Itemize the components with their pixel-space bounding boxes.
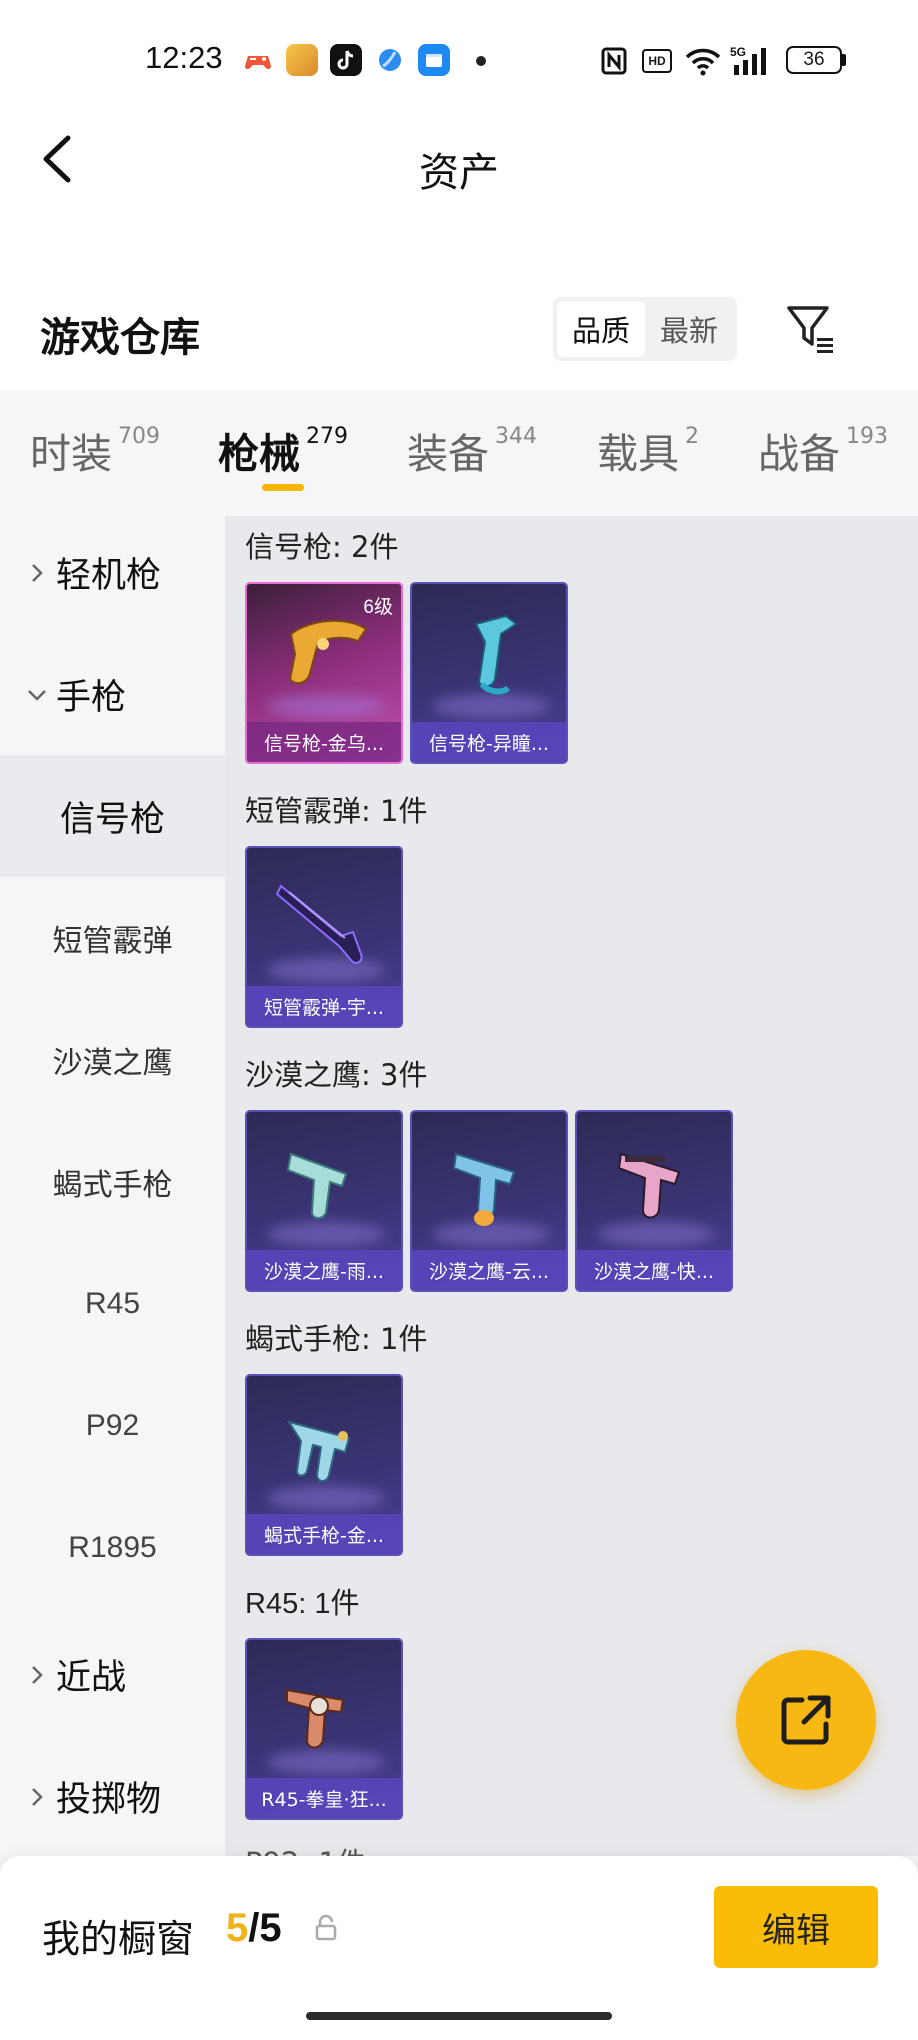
sidebar-item-desert-eagle[interactable]: 沙漠之鹰 — [0, 999, 225, 1121]
tab-count: 2 — [685, 424, 699, 449]
tab-label: 枪械 — [218, 430, 300, 478]
tab-firearms[interactable]: 枪械 279 — [218, 420, 348, 480]
tab-count: 279 — [306, 424, 348, 449]
item-card[interactable]: 短管霰弹-宇... — [245, 846, 403, 1028]
item-card[interactable]: 信号枪-异瞳... — [410, 582, 568, 764]
sidebar-item-label: 近战 — [56, 1657, 127, 1698]
item-name: 蝎式手枪-金... — [247, 1514, 401, 1554]
sidebar-item-r45[interactable]: R45 — [0, 1243, 225, 1365]
pistol-icon — [286, 1152, 348, 1219]
item-card[interactable]: 沙漠之鹰-云... — [410, 1110, 568, 1292]
sidebar-item-skorpion[interactable]: 蝎式手枪 — [0, 1121, 225, 1243]
shotgun-icon — [275, 884, 363, 964]
chevron-right-icon — [22, 1781, 52, 1811]
tab-fashion[interactable]: 时装 709 — [30, 420, 160, 480]
flare-gun-icon — [288, 619, 368, 685]
item-name: 沙漠之鹰-快... — [577, 1250, 731, 1290]
signal-icon: 5G — [730, 45, 774, 77]
flare-gun-icon — [474, 614, 518, 695]
files-icon — [418, 44, 450, 76]
game-controller-icon — [242, 44, 274, 76]
section-title: 沙漠之鹰: 3件 — [245, 1058, 428, 1092]
chevron-down-icon — [22, 679, 52, 709]
item-card[interactable]: R45-拳皇·狂... — [245, 1638, 403, 1820]
sidebar-group-pistol[interactable]: 手枪 — [0, 633, 225, 755]
sidebar-group-melee[interactable]: 近战 — [0, 1613, 225, 1735]
active-tab-indicator — [262, 484, 304, 491]
tiktok-icon — [330, 44, 362, 76]
tab-label: 时装 — [30, 430, 112, 478]
showcase-current: 5 — [226, 1906, 249, 1950]
tab-label: 战备 — [758, 430, 840, 478]
sidebar-group-throwables[interactable]: 投掷物 — [0, 1735, 225, 1857]
hd-badge: HD — [642, 49, 672, 73]
battery-indicator: 36 — [786, 46, 842, 74]
item-name: 信号枪-异瞳... — [412, 722, 566, 762]
share-icon — [781, 1695, 831, 1745]
smg-icon — [286, 1420, 351, 1482]
item-name: R45-拳皇·狂... — [247, 1778, 401, 1818]
sidebar-item-label: 投掷物 — [56, 1779, 162, 1820]
pistol-icon — [617, 1152, 681, 1219]
sidebar-item-r1895[interactable]: R1895 — [0, 1487, 225, 1609]
chevron-right-icon — [22, 557, 52, 587]
tab-equipment[interactable]: 装备 344 — [407, 420, 537, 480]
lock-icon[interactable] — [314, 1914, 338, 1942]
sidebar-item-label: 手枪 — [56, 677, 127, 718]
game-poster-icon — [286, 44, 318, 76]
section-title: 蝎式手枪: 1件 — [245, 1322, 428, 1356]
tab-count: 193 — [846, 424, 888, 449]
revolver-icon — [286, 1688, 345, 1749]
item-level-badge: 6级 — [363, 597, 393, 618]
tab-count: 344 — [495, 424, 537, 449]
tab-count: 709 — [118, 424, 160, 449]
showcase-count: 5/5 — [226, 1906, 282, 1951]
item-card[interactable]: 沙漠之鹰-雨... — [245, 1110, 403, 1292]
wifi-icon — [684, 45, 722, 77]
home-indicator[interactable] — [306, 2012, 612, 2020]
share-button[interactable] — [736, 1650, 876, 1790]
chevron-right-icon — [22, 1659, 52, 1689]
item-name: 沙漠之鹰-云... — [412, 1250, 566, 1290]
battery-tip — [842, 54, 846, 66]
section-title: 信号枪: 2件 — [245, 530, 399, 564]
showcase-label: 我的橱窗 — [42, 1917, 195, 1961]
showcase-total: 5 — [259, 1906, 282, 1950]
item-card[interactable]: 蝎式手枪-金... — [245, 1374, 403, 1556]
filter-icon[interactable] — [784, 300, 840, 356]
page-title: 资产 — [419, 150, 499, 196]
warehouse-title: 游戏仓库 — [40, 315, 200, 361]
svg-text:5G: 5G — [730, 45, 746, 59]
sidebar-group-lmg[interactable]: 轻机枪 — [0, 511, 225, 633]
edit-button[interactable]: 编辑 — [714, 1886, 878, 1968]
status-time: 12:23 — [145, 40, 223, 75]
item-card[interactable]: 6级 信号枪-金乌... — [245, 582, 403, 764]
sidebar-item-flare-gun[interactable]: 信号枪 — [0, 755, 225, 877]
sort-newest-option[interactable]: 最新 — [645, 301, 733, 357]
sidebar-item-sawed-off[interactable]: 短管霰弹 — [0, 877, 225, 999]
tab-vehicles[interactable]: 载具 2 — [597, 420, 699, 480]
section-title: R45: 1件 — [245, 1588, 360, 1620]
sidebar-item-label: 轻机枪 — [56, 555, 162, 596]
tab-label: 载具 — [597, 430, 679, 478]
nfc-icon — [600, 45, 628, 77]
item-name: 短管霰弹-宇... — [247, 986, 401, 1026]
item-card[interactable]: 沙漠之鹰-快... — [575, 1110, 733, 1292]
tab-label: 装备 — [407, 430, 489, 478]
browser-icon — [374, 44, 406, 76]
item-name: 沙漠之鹰-雨... — [247, 1250, 401, 1290]
sidebar-item-p92[interactable]: P92 — [0, 1365, 225, 1487]
tab-supplies[interactable]: 战备 193 — [758, 420, 888, 480]
pistol-icon — [452, 1152, 516, 1226]
notification-dot-icon — [476, 56, 486, 66]
status-bar — [0, 0, 918, 120]
showcase-separator: / — [248, 1906, 260, 1950]
item-name: 信号枪-金乌... — [247, 722, 401, 762]
sort-quality-option[interactable]: 品质 — [557, 301, 645, 357]
section-title: 短管霰弹: 1件 — [245, 794, 428, 828]
